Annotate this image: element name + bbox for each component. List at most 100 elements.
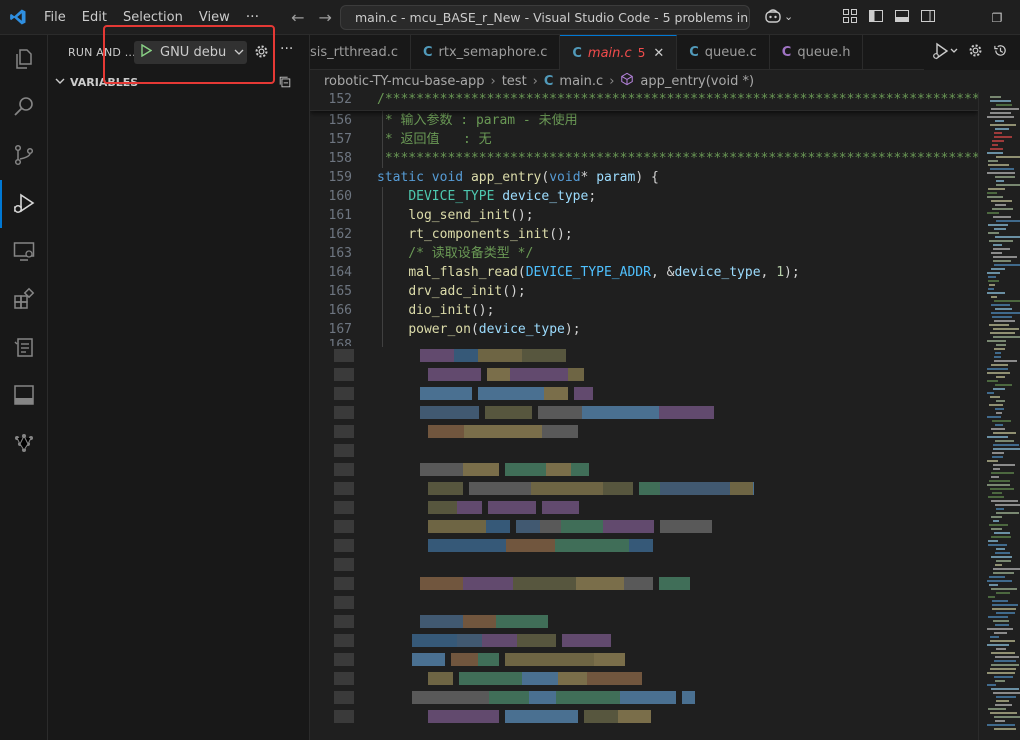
minimap-line (990, 332, 1015, 334)
code-line: 162 rt_components_init(); (310, 225, 978, 244)
minimap-line (987, 484, 1010, 486)
minimap-line (987, 152, 1003, 154)
minimap-line (995, 424, 1003, 426)
minimap-line (989, 324, 1009, 326)
tab-queue-c[interactable]: C queue.c (677, 35, 770, 70)
redacted-block (412, 653, 445, 666)
toggle-primary-sidebar-icon[interactable] (868, 8, 884, 24)
command-center[interactable]: main.c - mcu_BASE_r_New - Visual Studio … (340, 5, 750, 30)
remote-explorer-icon[interactable] (12, 239, 36, 263)
redacted-block (428, 368, 481, 381)
forward-arrow-icon[interactable]: → (319, 8, 332, 27)
code-line: 159 static void app_entry(void* param) { (310, 168, 978, 187)
explorer-icon[interactable] (12, 47, 36, 71)
minimap-line (991, 296, 997, 298)
extensions-icon[interactable] (12, 287, 36, 311)
redacted-block (574, 387, 593, 400)
back-arrow-icon[interactable]: ← (291, 8, 304, 27)
tab-label: sis_rtthread.c (310, 45, 398, 60)
tab-queue-h[interactable]: C queue.h (770, 35, 864, 70)
minimap-line (993, 444, 1019, 446)
menu-more-button[interactable]: ··· (238, 9, 267, 25)
run-debug-dropdown-icon[interactable] (932, 42, 958, 64)
minimap-line (987, 116, 1014, 118)
collapse-all-icon[interactable] (278, 75, 292, 92)
search-icon[interactable] (12, 95, 36, 119)
breadcrumb-file[interactable]: main.c (559, 74, 603, 89)
redacted-block (682, 691, 695, 704)
minimap-line (995, 656, 1019, 658)
menu-file[interactable]: File (36, 0, 74, 35)
redacted-block (568, 368, 584, 381)
minimap-line (996, 344, 1006, 346)
minimap-line (993, 256, 1017, 258)
code-text: mal_flash_read(DEVICE_TYPE_ADDR, &device… (408, 265, 800, 280)
minimap-line (991, 500, 1018, 502)
minimap-line (994, 356, 1001, 358)
minimap-line (988, 496, 1004, 498)
minimap-line (993, 620, 1009, 622)
source-control-icon[interactable] (12, 143, 36, 167)
redacted-block (334, 577, 354, 590)
code-line: 165 drv_adc_init(); (310, 282, 978, 301)
minimap-line (987, 672, 1015, 674)
breadcrumb-subfolder[interactable]: test (502, 74, 527, 89)
line-number: 164 (328, 265, 352, 280)
tab-main-c[interactable]: C main.c 5 ✕ (560, 35, 678, 70)
minimap-line (991, 364, 1008, 366)
c-file-icon: C (572, 45, 582, 61)
window-controls: ❐ (974, 0, 1020, 35)
panel-icon[interactable] (12, 383, 36, 407)
breadcrumb-symbol[interactable]: app_entry(void *) (640, 74, 754, 89)
history-icon[interactable] (993, 43, 1008, 62)
minimap-line (994, 264, 1020, 266)
line-number: 152 (328, 92, 352, 107)
copilot-button[interactable]: ⌄ (764, 8, 793, 24)
more-actions-button[interactable]: ··· (280, 41, 293, 57)
minimap-line (996, 220, 1020, 222)
code-editor[interactable]: 152 /***********************************… (310, 92, 978, 740)
minimap-line (995, 204, 1006, 206)
minimap-line (987, 368, 1008, 370)
tab-rtx-semaphore[interactable]: C rtx_semaphore.c (411, 35, 561, 70)
gear-icon[interactable] (968, 43, 983, 62)
line-number: 166 (328, 303, 352, 318)
minimap-line (987, 372, 1010, 374)
toggle-secondary-sidebar-icon[interactable] (920, 8, 936, 24)
tree-graph-icon[interactable] (12, 431, 36, 455)
redacted-block (334, 463, 354, 476)
customize-layout-icon[interactable] (842, 8, 858, 24)
minimap-line (993, 260, 1011, 262)
redacted-block (576, 577, 624, 590)
redacted-block (457, 634, 482, 647)
line-number: 157 (328, 132, 352, 147)
redacted-block (334, 710, 354, 723)
minimap-line (993, 388, 1005, 390)
sticky-scroll-line[interactable]: 152 /***********************************… (310, 92, 978, 111)
line-number: 162 (328, 227, 352, 242)
annotation-highlight-box (103, 25, 275, 84)
minimap-line (989, 404, 1003, 406)
minimap-line (988, 596, 995, 598)
minimap-line (993, 464, 1015, 466)
breadcrumb-folder[interactable]: robotic-TY-mcu-base-app (324, 74, 485, 89)
minimap-line (995, 624, 1009, 626)
redacted-block (463, 615, 496, 628)
redacted-block (412, 691, 489, 704)
run-and-debug-icon[interactable] (12, 192, 36, 216)
redacted-block (730, 482, 753, 495)
minimap-line (996, 376, 1005, 378)
redacted-block (540, 520, 561, 533)
minimap-line (996, 104, 1012, 106)
code-line: 166 dio_init(); (310, 301, 978, 320)
tab-sis-rtthread[interactable]: sis_rtthread.c (310, 35, 411, 70)
minimap-line (988, 708, 1006, 710)
testing-icon[interactable] (12, 335, 36, 359)
close-icon[interactable]: ✕ (653, 46, 664, 61)
minimap-line (994, 348, 1005, 350)
restore-window-icon[interactable]: ❐ (974, 11, 1020, 25)
redacted-block (420, 615, 463, 628)
redacted-block (505, 463, 546, 476)
toggle-panel-icon[interactable] (894, 8, 910, 24)
minimap[interactable] (978, 92, 1020, 740)
